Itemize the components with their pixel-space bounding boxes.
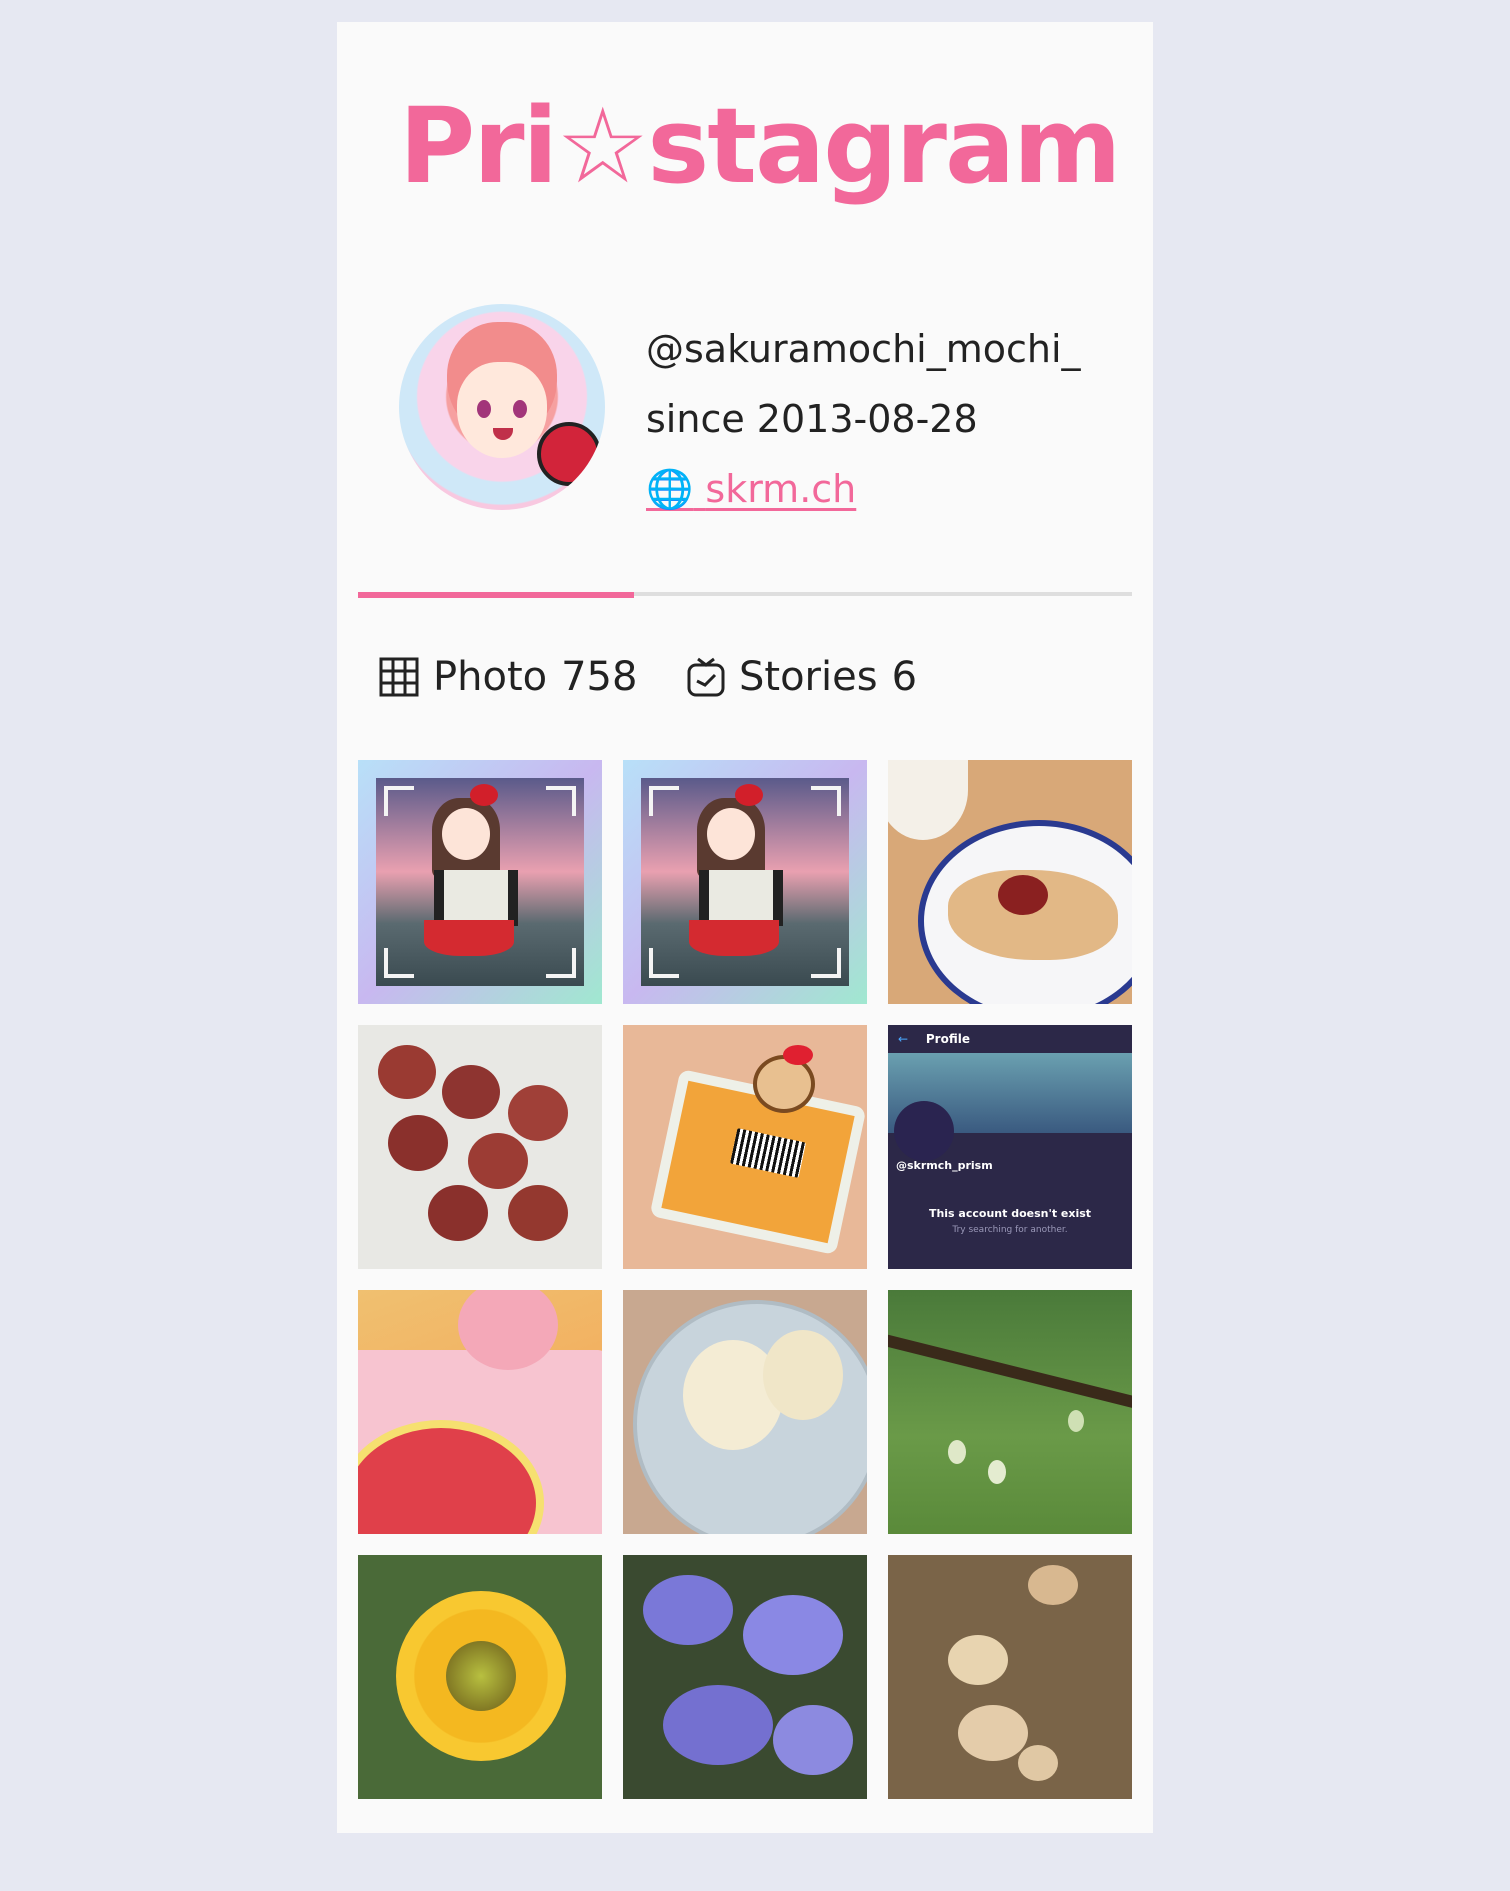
logo-star-icon: ☆ [556,85,649,207]
character-skirt [424,920,514,956]
photo-tile[interactable] [623,1290,867,1534]
plum [442,1065,500,1119]
fruit [948,1440,966,1464]
mushroom [958,1705,1028,1761]
photo-tile[interactable] [358,1290,602,1534]
photo-tile[interactable] [888,1290,1132,1534]
photo-tile[interactable] [358,760,602,1004]
globe-icon: 🌐 [646,467,694,511]
avatar-eye-right [513,400,527,418]
logo-text-prefix: Pri [399,85,558,207]
photo-tile[interactable] [888,1555,1132,1799]
plum [468,1133,528,1189]
plum [508,1185,568,1241]
flower [743,1595,843,1675]
character-body [699,870,783,926]
frame-corner [649,786,679,816]
character-skirt [689,920,779,956]
tab-photo[interactable]: Photo 758 [379,654,637,700]
flower [773,1705,853,1775]
branch [888,1333,1132,1411]
avatar-eye-left [477,400,491,418]
character-body [434,870,518,926]
profile-handle: @sakuramochi_mochi_ [646,327,1081,371]
photo-tile[interactable] [358,1555,602,1799]
frame-corner [546,948,576,978]
photo-tile[interactable] [358,1025,602,1269]
mushroom [1018,1745,1058,1781]
frame-corner [811,786,841,816]
tab-stories-label: Stories [739,654,878,700]
flower [663,1685,773,1765]
mochi [763,1330,843,1420]
screenshot-handle: @skrmch_prism [896,1159,993,1172]
photo-tile[interactable] [623,1025,867,1269]
plum [428,1185,488,1241]
frame-corner [384,786,414,816]
app-logo[interactable]: Pri☆stagram [399,94,1121,198]
photo-tile[interactable] [623,1555,867,1799]
plum [508,1085,568,1141]
photo-tile-screenshot[interactable]: ← Profile @skrmch_prism This account doe… [888,1025,1132,1269]
frame-corner [811,948,841,978]
mushroom [1028,1565,1078,1605]
fruit [988,1460,1006,1484]
plum [388,1115,448,1171]
flower [643,1575,733,1645]
fruit [1068,1410,1084,1432]
avatar-chibi [537,422,601,486]
figure-bow [783,1045,813,1065]
active-tab-indicator [358,592,634,598]
logo-text-suffix: stagram [647,85,1121,207]
screenshot-avatar [894,1101,954,1161]
frame-corner [384,948,414,978]
tab-photo-label: Photo [433,654,548,700]
sunflower-center [446,1641,516,1711]
screenshot-title: Profile [925,1032,970,1046]
website-link[interactable]: 🌐 skrm.ch [646,467,856,511]
avatar-face [457,362,547,458]
photo-tile[interactable] [623,760,867,1004]
frame-corner [649,948,679,978]
tab-photo-count: 758 [561,654,638,700]
photo-grid: ← Profile @skrmch_prism This account doe… [358,760,1132,1799]
frame-corner [546,786,576,816]
back-arrow-icon: ← [898,1032,909,1046]
tab-stories[interactable]: Stories 6 [687,654,917,700]
rice-bowl [888,760,968,840]
grid-icon [379,657,419,697]
screenshot-message: This account doesn't exist [928,1207,1092,1220]
screenshot-header: ← Profile [888,1025,1132,1053]
website-text: skrm.ch [705,467,857,511]
tab-stories-count: 6 [891,654,918,700]
plum [378,1045,436,1099]
figure-head [753,1055,815,1113]
screenshot-hint: Try searching for another. [952,1225,1068,1235]
profile-avatar [399,304,605,510]
stories-tv-icon [687,657,725,697]
photo-tile[interactable] [888,760,1132,1004]
character-face [707,808,755,860]
character-face [442,808,490,860]
mushroom [948,1635,1008,1685]
character-beret [735,784,763,806]
character-beret [470,784,498,806]
umeboshi [998,875,1048,915]
profile-card: Pri☆stagram @sakuramochi_mochi_ since 20… [337,22,1153,1833]
profile-info: @sakuramochi_mochi_ since 2013-08-28 🌐 s… [646,314,1081,524]
profile-since: since 2013-08-28 [646,397,978,441]
